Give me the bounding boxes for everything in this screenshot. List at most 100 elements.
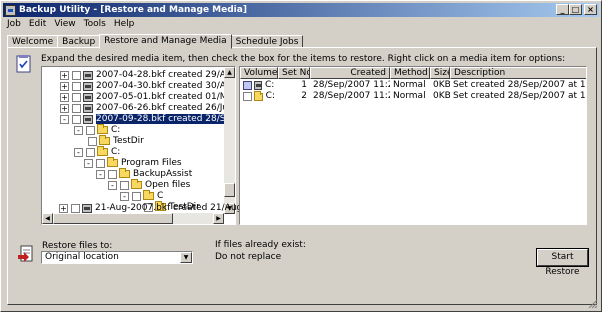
tree-vertical-scrollbar[interactable]: ▲ ▼: [224, 67, 235, 214]
collapse-icon[interactable]: -: [60, 114, 69, 124]
description-cell: Set created 28/Sep/2007 at 11:27 AM: [453, 91, 586, 101]
list-row[interactable]: C: 2 28/Sep/2007 11:27 AM Normal 0KB Set…: [240, 91, 586, 102]
column-volume[interactable]: Volume: [240, 67, 278, 79]
tree-checkbox[interactable]: [72, 114, 81, 124]
tree-checkbox[interactable]: [120, 180, 129, 190]
tree-item[interactable]: + 2007-04-28.bkf created 29/Apr/2007 at …: [60, 70, 235, 80]
tree-checkbox[interactable]: [108, 169, 117, 179]
tree-item-label: C:: [111, 125, 121, 135]
collapse-icon[interactable]: -: [96, 169, 105, 179]
scroll-thumb[interactable]: [224, 183, 235, 197]
app-icon: [5, 4, 16, 16]
if-exists-label: If files already exist:: [215, 240, 306, 250]
tree-checkbox[interactable]: [132, 191, 141, 201]
restore-icon: [18, 245, 33, 262]
tree-item-label: Open files: [145, 180, 191, 190]
tree-item[interactable]: - Program Files: [84, 157, 182, 168]
collapse-icon[interactable]: -: [74, 147, 83, 157]
tab-restore-and-manage-media[interactable]: Restore and Manage Media: [99, 34, 232, 49]
expand-icon[interactable]: +: [60, 103, 69, 113]
tree-item[interactable]: + 2007-05-01.bkf created 01/May/2007 at …: [60, 92, 235, 102]
tree-item[interactable]: - Open files: [108, 179, 191, 190]
tree-item-label: 2007-05-01.bkf created 01/May/2007 at 5: [96, 92, 235, 102]
tree-checkbox[interactable]: [72, 81, 81, 91]
list-header: Volume Set No. Created Method Size Descr…: [240, 67, 586, 79]
menu-job[interactable]: Job: [3, 18, 25, 30]
tree-item[interactable]: TestDir: [88, 135, 144, 146]
tree-item[interactable]: - C: [120, 190, 163, 201]
tree-checkbox[interactable]: [71, 203, 80, 213]
tree-checkbox[interactable]: [86, 125, 95, 135]
tree-item-selected[interactable]: - 2007-09-28.bkf created 28/Sep/2007 at …: [60, 114, 235, 124]
row-checkbox[interactable]: [243, 92, 252, 101]
minimize-button[interactable]: _: [556, 4, 569, 15]
volume-label: C:: [265, 80, 275, 90]
column-set-no[interactable]: Set No.: [278, 67, 310, 79]
method-cell: Normal: [393, 91, 426, 101]
menu-tools[interactable]: Tools: [80, 18, 110, 30]
collapse-icon[interactable]: -: [108, 180, 117, 190]
row-checkbox[interactable]: [243, 81, 252, 90]
menu-edit[interactable]: Edit: [25, 18, 50, 30]
tree-item[interactable]: + 2007-06-26.bkf created 26/Jun/2007 at …: [60, 103, 235, 113]
scroll-thumb[interactable]: [53, 213, 173, 224]
created-cell: 28/Sep/2007 11:27 AM: [313, 91, 390, 101]
window-controls: _ □ ×: [556, 4, 597, 15]
close-button[interactable]: ×: [584, 4, 597, 15]
tree-item-label: 2007-09-28.bkf created 28/Sep/2007 at 1: [96, 114, 235, 124]
backup-set-list[interactable]: Volume Set No. Created Method Size Descr…: [239, 66, 587, 225]
size-cell: 0KB: [433, 80, 450, 90]
set-no-cell: 2: [301, 91, 307, 101]
collapse-icon[interactable]: -: [120, 191, 129, 201]
restore-location-dropdown[interactable]: Original location ▼: [41, 251, 193, 264]
collapse-icon[interactable]: -: [84, 158, 93, 168]
tree-checkbox[interactable]: [86, 147, 95, 157]
menu-bar: Job Edit View Tools Help: [3, 18, 138, 30]
column-description[interactable]: Description: [450, 67, 586, 79]
volume-label: C:: [265, 91, 275, 101]
title-bar[interactable]: Backup Utility - [Restore and Manage Med…: [3, 3, 599, 17]
media-tree[interactable]: + 2007-04-28.bkf created 29/Apr/2007 at …: [41, 66, 236, 225]
tree-item[interactable]: - BackupAssist: [96, 168, 192, 179]
checklist-icon: [16, 55, 31, 73]
tree-checkbox[interactable]: [72, 70, 81, 80]
tree-checkbox[interactable]: [96, 158, 105, 168]
menu-view[interactable]: View: [50, 18, 79, 30]
tree-checkbox[interactable]: [72, 103, 81, 113]
column-method[interactable]: Method: [390, 67, 430, 79]
collapse-icon[interactable]: -: [74, 125, 83, 135]
menu-help[interactable]: Help: [110, 18, 139, 30]
folder-icon: [107, 157, 118, 167]
instruction-text: Expand the desired media item, then chec…: [41, 54, 566, 64]
expand-icon[interactable]: +: [59, 203, 68, 213]
main-window: Backup Utility - [Restore and Manage Med…: [0, 0, 602, 312]
scroll-left-icon[interactable]: ◀: [42, 213, 53, 224]
tree-item-label: 2007-04-30.bkf created 30/Apr/2007 at 9:: [96, 81, 235, 91]
column-size[interactable]: Size: [430, 67, 450, 79]
media-icon: [83, 70, 93, 80]
tree-checkbox[interactable]: [72, 92, 81, 102]
restore-to-label: Restore files to:: [42, 241, 113, 251]
media-icon: [83, 103, 93, 113]
scroll-up-icon[interactable]: ▲: [224, 67, 235, 78]
resize-grip-icon[interactable]: [588, 299, 598, 309]
restore-location-value: Original location: [45, 252, 119, 262]
tree-item[interactable]: + 2007-04-30.bkf created 30/Apr/2007 at …: [60, 81, 235, 91]
scroll-right-icon[interactable]: ▶: [213, 213, 224, 224]
expand-icon[interactable]: +: [60, 92, 69, 102]
tree-checkbox[interactable]: [88, 136, 97, 146]
tab-strip: Welcome Backup Restore and Manage Media …: [7, 34, 304, 49]
tree-item-label: C:: [111, 147, 121, 157]
media-icon: [83, 81, 93, 91]
volume-cell: C:: [240, 80, 278, 91]
tree-item[interactable]: - C:: [74, 124, 121, 135]
list-row[interactable]: C: 1 28/Sep/2007 11:27 AM Normal 0KB Set…: [240, 80, 586, 91]
chevron-down-icon[interactable]: ▼: [180, 252, 192, 263]
expand-icon[interactable]: +: [60, 70, 69, 80]
column-created[interactable]: Created: [310, 67, 390, 79]
tree-item[interactable]: - C:: [74, 146, 121, 157]
expand-icon[interactable]: +: [60, 81, 69, 91]
maximize-button[interactable]: □: [569, 4, 582, 15]
tree-horizontal-scrollbar[interactable]: ◀ ▶: [42, 213, 224, 224]
start-restore-button[interactable]: Start Restore: [537, 249, 588, 277]
